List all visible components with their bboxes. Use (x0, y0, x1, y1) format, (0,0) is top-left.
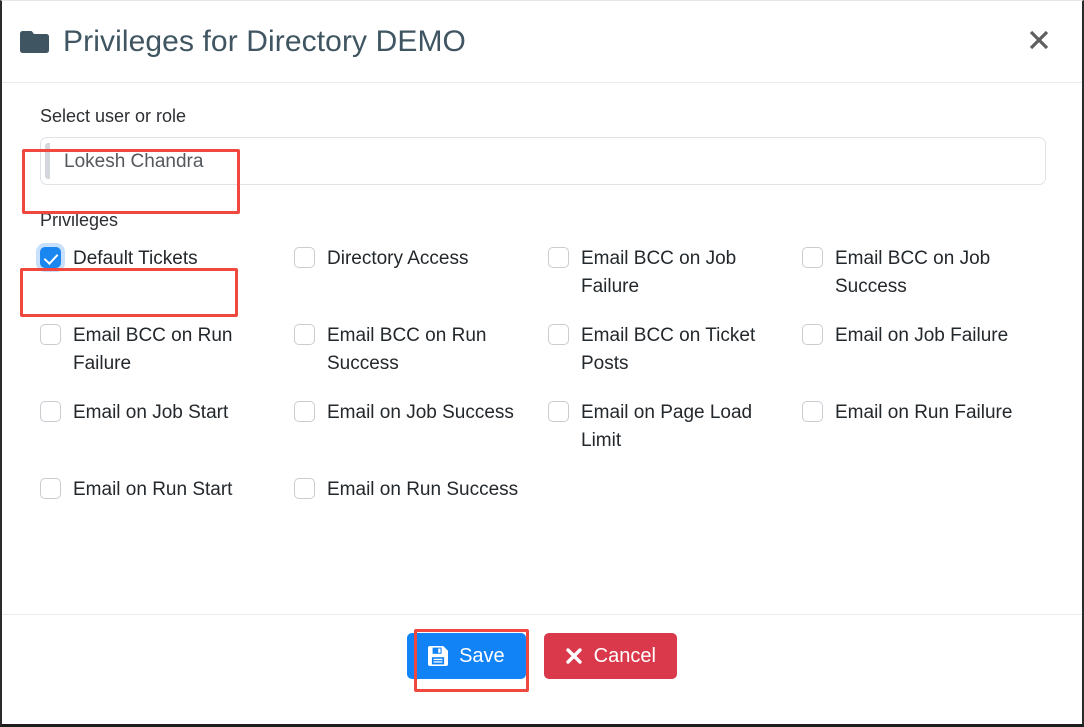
privilege-email-job-success[interactable]: Email on Job Success (294, 397, 548, 454)
privilege-label: Email on Run Success (327, 479, 519, 501)
times-x-icon (565, 648, 582, 664)
privilege-label: Email BCC on Run Success (327, 325, 487, 374)
privilege-label: Email on Run Start (73, 479, 233, 501)
privilege-email-job-start[interactable]: Email on Job Start (40, 397, 294, 454)
checkbox-email-bcc-run-failure[interactable] (40, 324, 61, 346)
privilege-label: Email BCC on Job Failure (581, 248, 737, 297)
privilege-email-job-failure[interactable]: Email on Job Failure (802, 320, 1056, 377)
close-x-glyph (1029, 30, 1049, 50)
privilege-label: Directory Access (327, 248, 469, 269)
privilege-email-bcc-job-failure[interactable]: Email BCC on Job Failure (548, 243, 802, 300)
select-control[interactable]: Lokesh Chandra (40, 137, 1046, 185)
checkbox-email-page-load-limit[interactable] (548, 401, 569, 423)
privilege-default-tickets[interactable]: Default Tickets (40, 243, 294, 300)
privilege-directory-access[interactable]: Directory Access (294, 243, 548, 300)
folder-icon (20, 30, 49, 53)
save-button[interactable]: Save (407, 633, 526, 679)
privilege-label: Email on Job Failure (835, 325, 1009, 347)
close-icon[interactable] (1026, 27, 1052, 53)
floppy-disk-save-icon (428, 646, 449, 666)
checkbox-email-job-start[interactable] (40, 401, 61, 423)
select-user-field[interactable]: Lokesh Chandra (40, 137, 1046, 185)
checkbox-default-tickets[interactable] (40, 247, 61, 268)
cancel-button-label: Cancel (593, 645, 656, 667)
checkbox-email-run-failure[interactable] (802, 401, 823, 423)
privilege-label: Email on Job Start (73, 402, 229, 424)
privileges-grid: Default Tickets Directory Access Email B… (40, 243, 1062, 504)
privileges-modal: Privileges for Directory DEMO Select use… (0, 0, 1084, 727)
privilege-email-bcc-run-failure[interactable]: Email BCC on Run Failure (40, 320, 294, 377)
privilege-email-run-failure[interactable]: Email on Run Failure (802, 397, 1056, 454)
checkbox-email-bcc-run-success[interactable] (294, 324, 315, 346)
checkbox-email-bcc-ticket-posts[interactable] (548, 324, 569, 346)
checkbox-email-bcc-job-failure[interactable] (548, 247, 569, 268)
privilege-label: Default Tickets (73, 248, 198, 269)
checkbox-directory-access[interactable] (294, 247, 315, 268)
privilege-label: Email BCC on Ticket Posts (581, 325, 756, 374)
checkbox-email-job-success[interactable] (294, 401, 315, 423)
privilege-email-bcc-job-success[interactable]: Email BCC on Job Success (802, 243, 1056, 300)
modal-body: Select user or role Lokesh Chandra Privi… (2, 83, 1082, 504)
privilege-label: Email on Page Load Limit (581, 402, 753, 451)
save-button-label: Save (459, 645, 505, 667)
cancel-button[interactable]: Cancel (543, 633, 677, 679)
page-title: Privileges for Directory DEMO (63, 24, 466, 58)
modal-footer: Save Cancel (2, 614, 1082, 724)
modal-header: Privileges for Directory DEMO (2, 1, 1082, 83)
select-user-label: Select user or role (40, 106, 187, 126)
checkbox-email-bcc-job-success[interactable] (802, 247, 823, 268)
checkbox-email-run-success[interactable] (294, 478, 315, 500)
privilege-email-run-success[interactable]: Email on Run Success (294, 474, 548, 504)
privilege-email-bcc-run-success[interactable]: Email BCC on Run Success (294, 320, 548, 377)
privilege-label: Email on Run Failure (835, 402, 1013, 424)
privilege-label: Email BCC on Run Failure (73, 325, 233, 374)
privilege-email-page-load-limit[interactable]: Email on Page Load Limit (548, 397, 802, 454)
privilege-email-bcc-ticket-posts[interactable]: Email BCC on Ticket Posts (548, 320, 802, 377)
selected-user-chip[interactable]: Lokesh Chandra (45, 143, 216, 179)
privilege-label: Email BCC on Job Success (835, 248, 991, 297)
privilege-label: Email on Job Success (327, 402, 514, 424)
checkbox-email-job-failure[interactable] (802, 324, 823, 346)
checkbox-email-run-start[interactable] (40, 478, 61, 500)
privilege-email-run-start[interactable]: Email on Run Start (40, 474, 294, 504)
privileges-label: Privileges (40, 210, 119, 230)
